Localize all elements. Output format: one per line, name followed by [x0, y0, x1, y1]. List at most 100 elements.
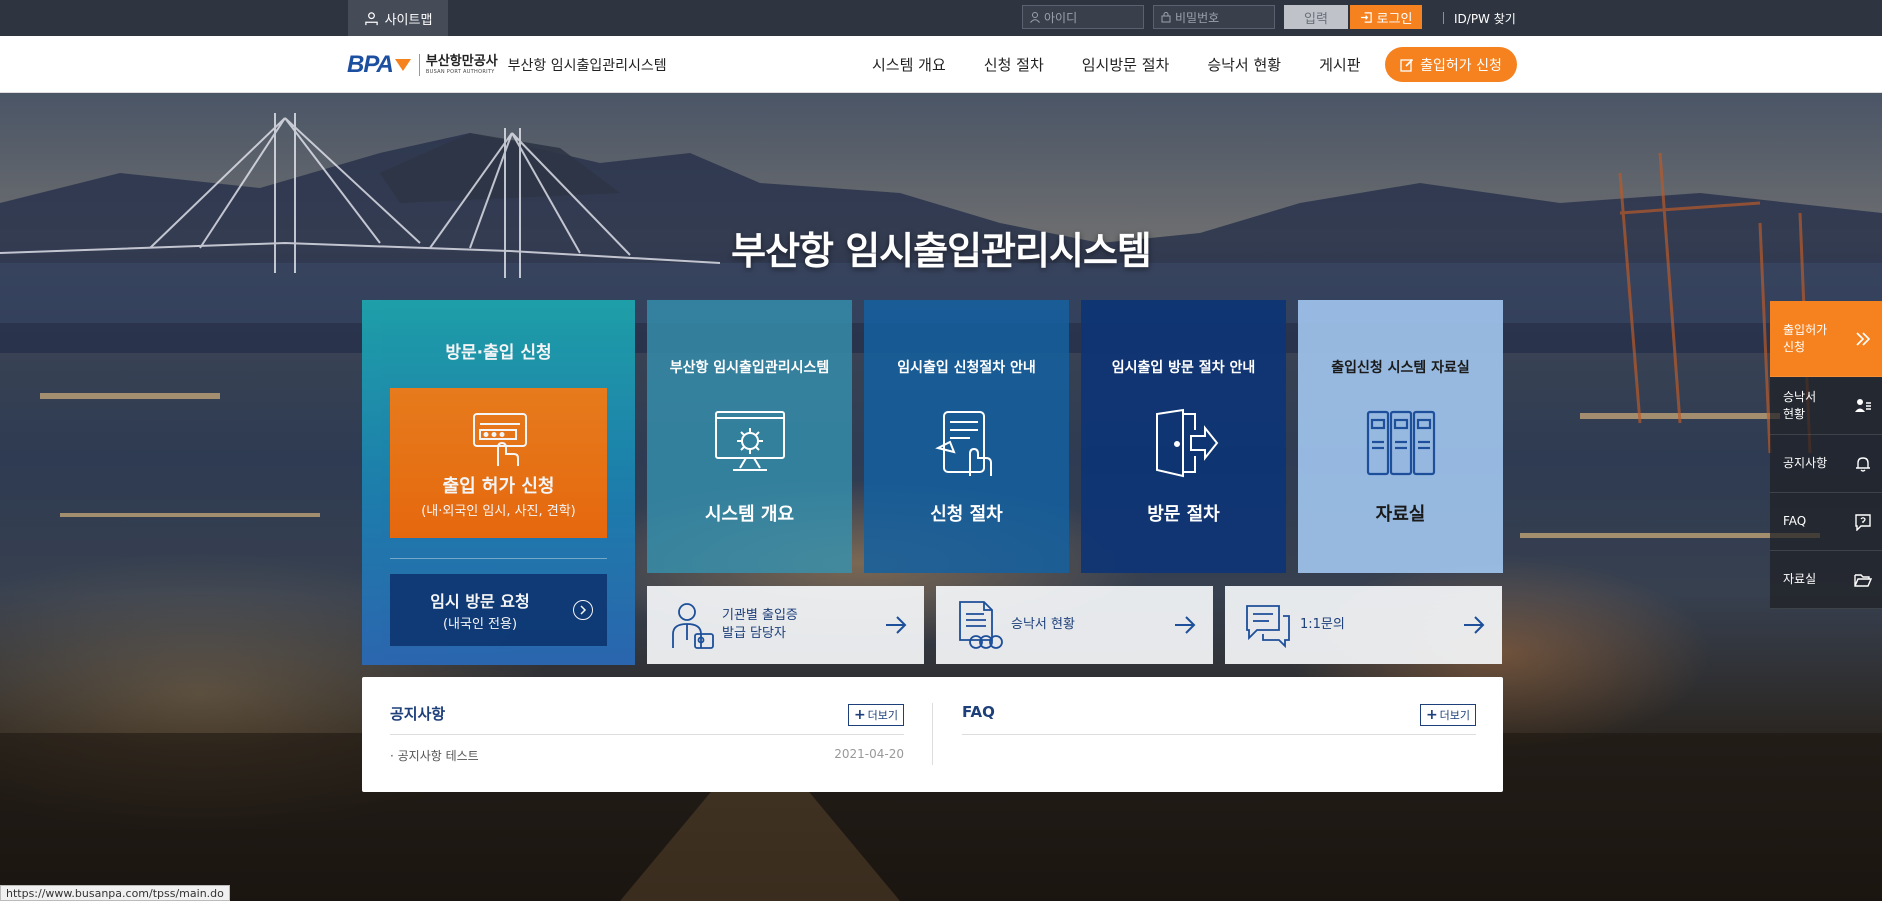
login-label: 로그인: [1376, 11, 1413, 27]
quickmenu-label: 자료실: [1783, 572, 1817, 587]
tile-heading: 임시출입 신청절차 안내: [897, 360, 1036, 376]
hero-title: 부산항 임시출입관리시스템: [731, 229, 1152, 273]
more-label: 더보기: [867, 709, 899, 722]
nav-application-procedure[interactable]: 신청 절차: [984, 54, 1044, 75]
entry-permit-subtitle: (내·외국인 임시, 사진, 견학): [421, 504, 576, 519]
visit-panel: 방문·출입 신청 출입 허가 신청 (내·외국인 임시, 사진, 견학) 임시 …: [362, 300, 635, 665]
login-button[interactable]: 로그인: [1350, 5, 1422, 29]
notice-row-title: · 공지사항 테스트: [390, 749, 479, 763]
temp-visit-request-card[interactable]: 임시 방문 요청 (내국인 전용): [390, 574, 607, 646]
main-nav: 시스템 개요 신청 절차 임시방문 절차 승낙서 현황 게시판: [872, 36, 1399, 93]
logo-divider: [418, 54, 420, 76]
quickmenu-label: 승낙서 현황: [1783, 390, 1817, 421]
door-enter-icon: [1156, 408, 1219, 478]
user-list-icon: [1855, 398, 1871, 412]
nav-temp-visit-procedure[interactable]: 임시방문 절차: [1082, 54, 1170, 75]
top-utility-bar: 사이트맵 아이디 비밀번호 입력 로그인 ID/PW 찾기: [0, 0, 1882, 36]
temp-visit-subtitle: (내국인 전용): [442, 617, 518, 632]
login-icon: [1360, 11, 1372, 23]
quickmenu-library[interactable]: 자료실: [1770, 551, 1882, 609]
quickmenu-consent-status[interactable]: 승낙서 현황: [1770, 377, 1882, 435]
quickmenu-label: 출입허가 신청: [1783, 323, 1828, 354]
quick-menu: 출입허가 신청 승낙서 현황 공지사항 FAQ 자료실: [1770, 301, 1882, 609]
quickmenu-notice[interactable]: 공지사항: [1770, 435, 1882, 493]
question-bubble-icon: [1855, 513, 1871, 531]
chat-bubble-icon: [1246, 605, 1290, 649]
tile-visit-procedure[interactable]: 임시출입 방문 절차 안내 방문 절차: [1081, 300, 1286, 573]
quickmenu-faq[interactable]: FAQ: [1770, 493, 1882, 551]
form-touch-icon: [473, 413, 527, 466]
entry-permit-apply-button[interactable]: 출입허가 신청: [1385, 47, 1517, 82]
logo-korean: 부산항만공사: [425, 54, 498, 69]
faq-section: FAQ + 더보기: [962, 677, 1476, 792]
arrow-circle-icon: [573, 600, 593, 620]
arrow-right-icon: [886, 616, 907, 634]
document-coins-icon: [959, 601, 1003, 649]
tile-title: 자료실: [1375, 504, 1426, 525]
notice-more-button[interactable]: + 더보기: [848, 704, 904, 726]
logo-triangle-icon: [394, 59, 411, 71]
entry-permit-card[interactable]: 출입 허가 신청 (내·외국인 임시, 사진, 견학): [390, 388, 607, 538]
password-placeholder: 비밀번호: [1175, 10, 1220, 25]
tablet-touch-icon: [935, 411, 992, 476]
quick-link-inquiry[interactable]: 1:1문의: [1225, 586, 1502, 664]
id-input[interactable]: 아이디: [1022, 5, 1144, 29]
input-button[interactable]: 입력: [1284, 5, 1348, 29]
idpw-find-link[interactable]: ID/PW 찾기: [1454, 10, 1516, 27]
sitemap-label: 사이트맵: [384, 12, 433, 28]
quick-link-consent-status[interactable]: 승낙서 현황: [936, 586, 1213, 664]
nav-consent-status[interactable]: 승낙서 현황: [1207, 54, 1281, 75]
tile-title: 신청 절차: [930, 504, 1003, 525]
tile-title: 방문 절차: [1147, 504, 1220, 525]
divider: [962, 734, 1476, 735]
system-name: 부산항 임시출입관리시스템: [507, 58, 667, 74]
divider: [1443, 12, 1444, 24]
plus-icon: +: [853, 707, 866, 723]
password-input[interactable]: 비밀번호: [1153, 5, 1275, 29]
tile-title: 시스템 개요: [704, 504, 795, 525]
faq-more-button[interactable]: + 더보기: [1420, 704, 1476, 726]
entry-permit-title: 출입 허가 신청: [442, 476, 555, 497]
tile-library[interactable]: 출입신청 시스템 자료실 자료실: [1298, 300, 1503, 573]
bpa-logo[interactable]: BPA 부산항만공사 BUSAN PORT AUTHORITY 부산항 임시출입…: [347, 50, 667, 80]
notice-row[interactable]: · 공지사항 테스트 2021-04-20: [390, 747, 904, 764]
tile-heading: 출입신청 시스템 자료실: [1331, 360, 1470, 376]
notice-section: 공지사항 + 더보기 · 공지사항 테스트 2021-04-20: [390, 677, 904, 792]
divider: [932, 703, 933, 765]
bell-icon: [1856, 456, 1870, 472]
tile-application-procedure[interactable]: 임시출입 신청절차 안내 신청 절차: [864, 300, 1069, 573]
faq-title[interactable]: FAQ: [962, 703, 995, 721]
nav-board[interactable]: 게시판: [1319, 54, 1360, 75]
quick-link-label: 승낙서 현황: [1011, 617, 1075, 633]
binders-icon: [1366, 410, 1436, 476]
site-header: BPA 부산항만공사 BUSAN PORT AUTHORITY 부산항 임시출입…: [0, 36, 1882, 93]
tile-system-overview[interactable]: 부산항 임시출입관리시스템 시스템 개요: [647, 300, 852, 573]
notice-faq-board: 공지사항 + 더보기 · 공지사항 테스트 2021-04-20 FAQ + 더보기: [362, 677, 1503, 792]
tile-heading: 임시출입 방문 절차 안내: [1111, 360, 1256, 376]
folder-open-icon: [1854, 573, 1872, 587]
more-label: 더보기: [1439, 709, 1471, 722]
edit-icon: [1400, 58, 1414, 72]
person-id-icon: [672, 603, 714, 649]
nav-system-overview[interactable]: 시스템 개요: [872, 54, 946, 75]
logo-brand: BPA: [347, 51, 394, 78]
quickmenu-entry-apply[interactable]: 출입허가 신청: [1770, 301, 1882, 377]
arrow-right-icon: [1175, 616, 1196, 634]
divider: [390, 734, 904, 735]
lock-icon: [1161, 12, 1171, 23]
logo-text: 부산항만공사 BUSAN PORT AUTHORITY: [426, 55, 498, 75]
hero-section: 부산항 임시출입관리시스템 방문·출입 신청 출입 허가 신청 (내·외국인 임…: [0, 93, 1882, 901]
arrow-right-icon: [1464, 616, 1485, 634]
double-chevron-icon: [1856, 331, 1871, 346]
idpw-find-area: ID/PW 찾기: [1443, 0, 1516, 36]
quick-link-pass-managers[interactable]: 기관별 출입증 발급 담당자: [647, 586, 924, 664]
notice-row-date: 2021-04-20: [834, 747, 904, 761]
quick-link-label: 1:1문의: [1300, 617, 1345, 633]
sitemap-button[interactable]: 사이트맵: [348, 0, 448, 36]
sitemap-icon: [364, 11, 378, 25]
visit-panel-title: 방문·출입 신청: [445, 343, 552, 363]
quickmenu-label: FAQ: [1783, 514, 1807, 529]
plus-icon: +: [1425, 707, 1438, 723]
notice-title[interactable]: 공지사항: [390, 703, 445, 724]
entry-permit-apply-label: 출입허가 신청: [1420, 57, 1502, 74]
